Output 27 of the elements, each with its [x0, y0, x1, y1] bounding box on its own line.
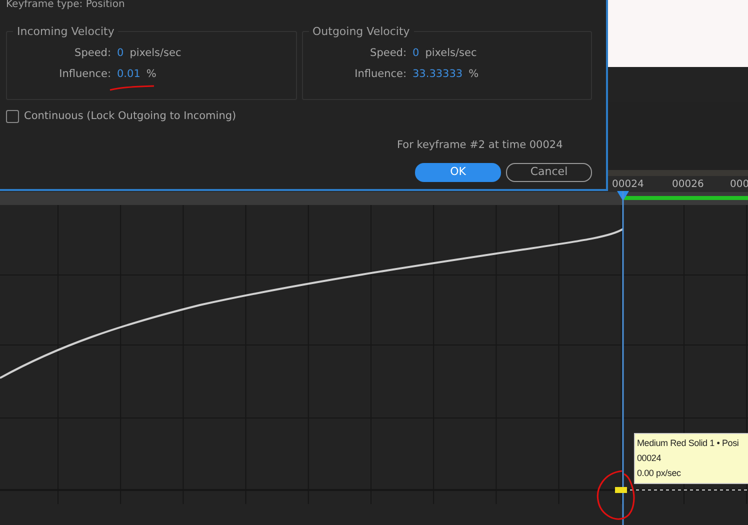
- cancel-button[interactable]: Cancel: [506, 162, 592, 182]
- ok-button[interactable]: OK: [415, 162, 501, 182]
- field-label: Influence:: [58, 66, 111, 82]
- time-label: 00024: [612, 178, 644, 192]
- group-heading: Incoming Velocity: [13, 24, 118, 40]
- keyframe-handle-icon[interactable]: [615, 486, 627, 494]
- tooltip-line: 0.00 px/sec: [637, 467, 682, 480]
- checkbox-label: Continuous (Lock Outgoing to Incoming): [24, 109, 236, 124]
- speed-field[interactable]: 0: [412, 46, 420, 62]
- tooltip-line: 00024: [637, 452, 662, 465]
- time-label: 00026: [672, 178, 704, 192]
- field-label: Speed:: [74, 46, 111, 61]
- unit-label: pixels/sec: [130, 46, 182, 61]
- playhead[interactable]: [616, 189, 630, 525]
- time-label: 000: [730, 178, 748, 192]
- influence-field[interactable]: 33.33333: [412, 66, 463, 82]
- field-label: Speed:: [369, 46, 406, 61]
- unit-label: %: [146, 66, 156, 82]
- unit-label: %: [468, 66, 479, 82]
- checkbox[interactable]: [6, 110, 19, 124]
- speed-field[interactable]: 0: [117, 46, 124, 62]
- tooltip-line: Medium Red Solid 1 • Posi: [637, 437, 740, 450]
- unit-label: pixels/sec: [425, 46, 477, 61]
- influence-field[interactable]: 0.01: [117, 66, 140, 82]
- keyframe-info: For keyframe #2 at time 00024: [397, 138, 564, 153]
- field-label: Influence:: [354, 66, 406, 82]
- group-heading: Outgoing Velocity: [308, 24, 414, 40]
